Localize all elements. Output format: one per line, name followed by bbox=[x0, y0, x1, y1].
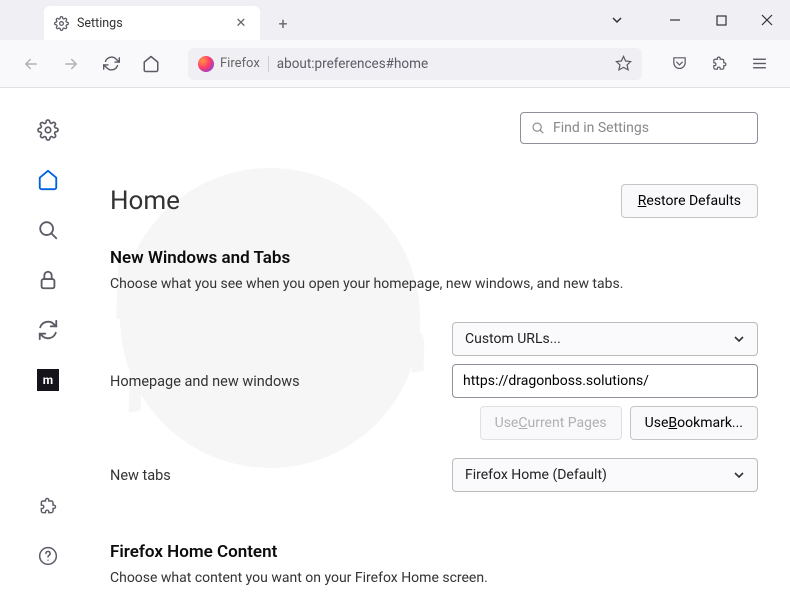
chevron-down-icon bbox=[733, 333, 745, 345]
nav-reload-button[interactable] bbox=[96, 49, 126, 79]
page-title: Home bbox=[110, 186, 180, 216]
tab-title: Settings bbox=[77, 16, 123, 31]
arrow-left-icon bbox=[22, 55, 40, 73]
tabs-dropdown-button[interactable] bbox=[594, 0, 640, 40]
star-icon bbox=[615, 55, 632, 72]
restore-label: estore Defaults bbox=[646, 193, 741, 209]
sidebar-item-sync[interactable] bbox=[28, 310, 68, 350]
newtabs-dropdown[interactable]: Firefox Home (Default) bbox=[452, 458, 758, 492]
puzzle-icon bbox=[711, 55, 728, 72]
pocket-icon bbox=[671, 55, 688, 72]
sidebar-item-search[interactable] bbox=[28, 210, 68, 250]
chevron-down-icon bbox=[733, 469, 745, 481]
pocket-button[interactable] bbox=[664, 49, 694, 79]
main-content: Find in Settings Home Restore Defaults N… bbox=[96, 88, 790, 596]
search-icon bbox=[37, 219, 59, 241]
address-url: about:preferences#home bbox=[277, 56, 428, 72]
section-home-content-desc: Choose what content you want on your Fir… bbox=[110, 570, 758, 586]
dropdown-value: Firefox Home (Default) bbox=[465, 467, 607, 483]
m-icon: m bbox=[37, 369, 59, 391]
help-icon bbox=[38, 546, 58, 566]
homepage-url-input[interactable] bbox=[452, 364, 758, 398]
identity-box[interactable]: Firefox bbox=[198, 56, 269, 72]
section-new-windows-title: New Windows and Tabs bbox=[110, 248, 758, 268]
homepage-mode-dropdown[interactable]: Custom URLs... bbox=[452, 322, 758, 356]
window-close-button[interactable] bbox=[744, 0, 790, 40]
identity-label: Firefox bbox=[220, 56, 260, 71]
dropdown-value: Custom URLs... bbox=[465, 331, 561, 347]
bookmark-star-button[interactable] bbox=[615, 55, 632, 72]
use-current-pages-button: Use Current Pages bbox=[480, 406, 622, 440]
close-icon bbox=[761, 14, 773, 26]
window-minimize-button[interactable] bbox=[652, 0, 698, 40]
sidebar-item-home[interactable] bbox=[28, 160, 68, 200]
puzzle-icon bbox=[38, 496, 58, 516]
toolbar: Firefox about:preferences#home bbox=[0, 40, 790, 88]
chevron-down-icon bbox=[611, 14, 623, 26]
homepage-label: Homepage and new windows bbox=[110, 373, 452, 390]
tab-close-button[interactable]: ✕ bbox=[232, 14, 250, 32]
sidebar: m bbox=[0, 88, 96, 596]
sidebar-item-more[interactable]: m bbox=[28, 360, 68, 400]
restore-defaults-button[interactable]: Restore Defaults bbox=[621, 184, 758, 218]
minimize-icon bbox=[669, 14, 681, 26]
find-in-settings-input[interactable]: Find in Settings bbox=[520, 112, 758, 144]
window-maximize-button[interactable] bbox=[698, 0, 744, 40]
gear-icon bbox=[37, 119, 59, 141]
content-area: PCrisk.com m bbox=[0, 88, 790, 596]
arrow-right-icon bbox=[62, 55, 80, 73]
gear-icon bbox=[54, 16, 69, 31]
nav-home-button[interactable] bbox=[136, 49, 166, 79]
home-icon bbox=[142, 55, 160, 73]
nav-forward-button[interactable] bbox=[56, 49, 86, 79]
reload-icon bbox=[103, 55, 120, 72]
nav-back-button[interactable] bbox=[16, 49, 46, 79]
home-icon bbox=[37, 169, 59, 191]
newtabs-label: New tabs bbox=[110, 467, 452, 484]
search-placeholder: Find in Settings bbox=[553, 120, 649, 136]
maximize-icon bbox=[716, 15, 727, 26]
address-bar[interactable]: Firefox about:preferences#home bbox=[188, 48, 642, 80]
use-bookmark-button[interactable]: Use Bookmark... bbox=[630, 406, 758, 440]
section-new-windows-desc: Choose what you see when you open your h… bbox=[110, 276, 758, 292]
firefox-logo-icon bbox=[198, 56, 214, 72]
lock-icon bbox=[37, 269, 59, 291]
section-home-content-title: Firefox Home Content bbox=[110, 542, 758, 562]
hamburger-icon bbox=[751, 55, 768, 72]
sidebar-item-help[interactable] bbox=[28, 536, 68, 576]
sidebar-item-privacy[interactable] bbox=[28, 260, 68, 300]
search-icon bbox=[531, 121, 545, 135]
extensions-button[interactable] bbox=[704, 49, 734, 79]
tab-bar: Settings ✕ + bbox=[0, 0, 790, 40]
sidebar-item-extensions[interactable] bbox=[28, 486, 68, 526]
new-tab-button[interactable]: + bbox=[268, 8, 298, 38]
tab-settings[interactable]: Settings ✕ bbox=[44, 6, 260, 40]
sync-icon bbox=[37, 319, 59, 341]
app-menu-button[interactable] bbox=[744, 49, 774, 79]
sidebar-item-general[interactable] bbox=[28, 110, 68, 150]
